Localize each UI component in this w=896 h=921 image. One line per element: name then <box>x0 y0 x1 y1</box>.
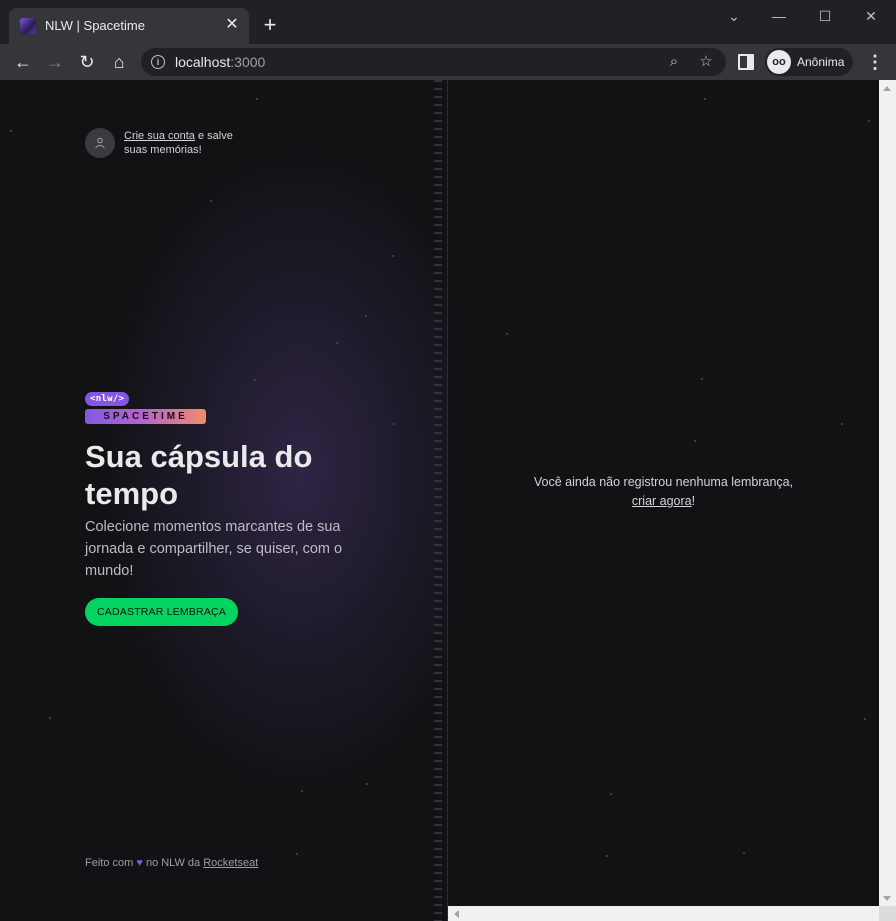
signin-text: Crie sua conta e salve suas memórias! <box>124 129 239 157</box>
favicon-icon <box>20 18 36 34</box>
tab-close-button[interactable]: ✕ <box>223 16 241 34</box>
profile-button[interactable]: oo Anônima <box>765 48 853 76</box>
star-decoration <box>365 315 367 317</box>
footer-prefix: Feito com <box>85 857 134 869</box>
star-decoration <box>743 852 745 854</box>
star-decoration <box>506 333 508 335</box>
star-decoration <box>336 342 338 344</box>
rocketseat-link[interactable]: Rocketseat <box>203 857 258 869</box>
hero-description: Colecione momentos marcantes de sua jorn… <box>85 519 343 579</box>
tab-search-icon[interactable]: ⌄ <box>724 6 744 26</box>
close-window-button[interactable]: ✕ <box>861 6 881 26</box>
vertical-scrollbar[interactable] <box>879 80 896 921</box>
star-decoration <box>366 783 368 785</box>
star-decoration <box>10 130 12 132</box>
scroll-down-icon[interactable] <box>883 896 891 901</box>
profile-label: Anônima <box>797 55 845 69</box>
minimize-button[interactable]: — <box>769 6 789 26</box>
browser-toolbar: ← → ↻ ⌂ i localhost:3000 ⌕ ☆ oo Anônima … <box>0 44 896 80</box>
star-decoration <box>694 440 696 442</box>
scroll-left-icon[interactable] <box>454 910 459 918</box>
star-decoration <box>701 378 703 380</box>
footer: Feito com ♥ no NLW da Rocketseat <box>85 857 258 869</box>
star-decoration <box>704 98 706 100</box>
star-decoration <box>841 423 843 425</box>
star-decoration <box>296 853 298 855</box>
side-panel-icon[interactable] <box>738 54 754 70</box>
url-text: localhost:3000 <box>175 54 266 70</box>
horizontal-scrollbar[interactable] <box>448 906 879 921</box>
star-decoration <box>210 200 212 202</box>
new-tab-button[interactable]: + <box>259 14 281 36</box>
incognito-icon: oo <box>767 50 791 74</box>
address-bar[interactable]: i localhost:3000 ⌕ ☆ <box>141 48 726 76</box>
spacetime-logo: <nlw/> SPACETIME <box>85 388 206 424</box>
empty-state-message: Você ainda não registrou nenhuma lembran… <box>448 473 879 511</box>
bookmark-star-icon[interactable]: ☆ <box>696 52 716 72</box>
star-decoration <box>868 120 870 122</box>
zoom-icon[interactable]: ⌕ <box>664 52 684 72</box>
star-decoration <box>301 790 303 792</box>
hero-title: Sua cápsula do tempo <box>85 439 313 511</box>
scrollbar-corner <box>879 906 896 921</box>
nlw-badge: <nlw/> <box>85 392 130 406</box>
site-info-icon[interactable]: i <box>151 55 165 69</box>
right-panel: Você ainda não registrou nenhuma lembran… <box>448 80 879 907</box>
create-account-link[interactable]: Crie sua conta <box>124 130 195 142</box>
star-decoration <box>392 255 394 257</box>
page-viewport: Crie sua conta e salve suas memórias! <n… <box>0 80 896 921</box>
forward-button[interactable]: → <box>42 49 68 75</box>
reload-button[interactable]: ↻ <box>74 49 100 75</box>
tab-title: NLW | Spacetime <box>45 18 145 33</box>
star-decoration <box>864 718 866 720</box>
browser-tab[interactable]: NLW | Spacetime ✕ <box>9 8 249 44</box>
star-decoration <box>256 98 258 100</box>
maximize-button[interactable]: ☐ <box>815 6 835 26</box>
signin-block: Crie sua conta e salve suas memórias! <box>85 128 239 158</box>
star-decoration <box>610 793 612 795</box>
empty-state-text: Você ainda não registrou nenhuma lembran… <box>533 475 794 489</box>
user-avatar-icon[interactable] <box>85 128 115 158</box>
star-decoration <box>254 379 256 381</box>
stripes-decoration <box>434 80 442 921</box>
star-decoration <box>606 855 608 857</box>
back-button[interactable]: ← <box>10 49 36 75</box>
menu-kebab-icon[interactable]: ⋮ <box>866 49 884 75</box>
home-button[interactable]: ⌂ <box>106 49 132 75</box>
create-now-link[interactable]: criar agora <box>632 494 692 508</box>
empty-state-suffix: ! <box>691 494 696 508</box>
footer-middle: no NLW da <box>142 857 204 869</box>
register-memory-button[interactable]: CADASTRAR LEMBRAÇA <box>85 598 238 626</box>
scroll-up-icon[interactable] <box>883 86 891 91</box>
star-decoration <box>49 717 51 719</box>
star-decoration <box>393 423 395 425</box>
spacetime-wordmark: SPACETIME <box>85 409 206 424</box>
browser-titlebar: NLW | Spacetime ✕ + ⌄ — ☐ ✕ <box>0 0 896 44</box>
left-panel: Crie sua conta e salve suas memórias! <n… <box>0 80 448 921</box>
